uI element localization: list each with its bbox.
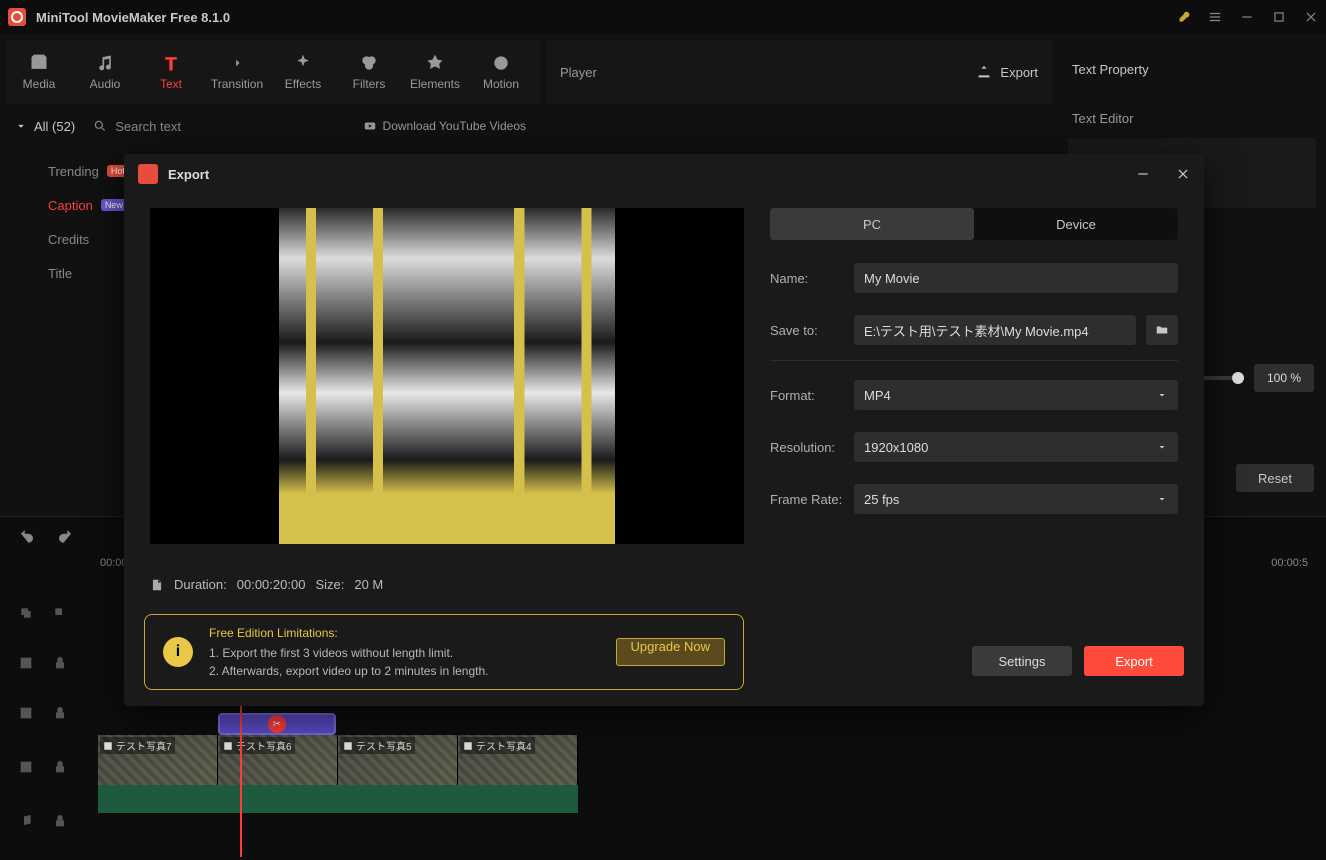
- tab-pc[interactable]: PC: [770, 208, 974, 240]
- modal-minimize-icon[interactable]: [1136, 167, 1150, 181]
- fps-label: Frame Rate:: [770, 492, 844, 507]
- browse-folder-button[interactable]: [1146, 315, 1178, 345]
- save-label: Save to:: [770, 323, 844, 338]
- upgrade-button[interactable]: Upgrade Now: [616, 638, 726, 666]
- save-input[interactable]: [854, 315, 1136, 345]
- export-modal-title: Export: [168, 167, 209, 182]
- format-dropdown[interactable]: MP4: [854, 380, 1178, 410]
- resolution-dropdown[interactable]: 1920x1080: [854, 432, 1178, 462]
- export-modal-icon: [138, 164, 158, 184]
- info-icon: i: [163, 637, 193, 667]
- resolution-label: Resolution:: [770, 440, 844, 455]
- export-modal: Export PC Device Name: Save to:: [124, 154, 1204, 706]
- free-limitations-banner: i Free Edition Limitations: 1. Export th…: [144, 614, 744, 690]
- settings-button[interactable]: Settings: [972, 646, 1072, 676]
- name-input[interactable]: [854, 263, 1178, 293]
- export-info: Duration: 00:00:20:00 Size: 20 M: [124, 571, 1204, 598]
- tab-device[interactable]: Device: [974, 208, 1178, 240]
- format-label: Format:: [770, 388, 844, 403]
- modal-close-icon[interactable]: [1176, 167, 1190, 181]
- name-label: Name:: [770, 271, 844, 286]
- fps-dropdown[interactable]: 25 fps: [854, 484, 1178, 514]
- export-confirm-button[interactable]: Export: [1084, 646, 1184, 676]
- export-preview: [150, 208, 744, 544]
